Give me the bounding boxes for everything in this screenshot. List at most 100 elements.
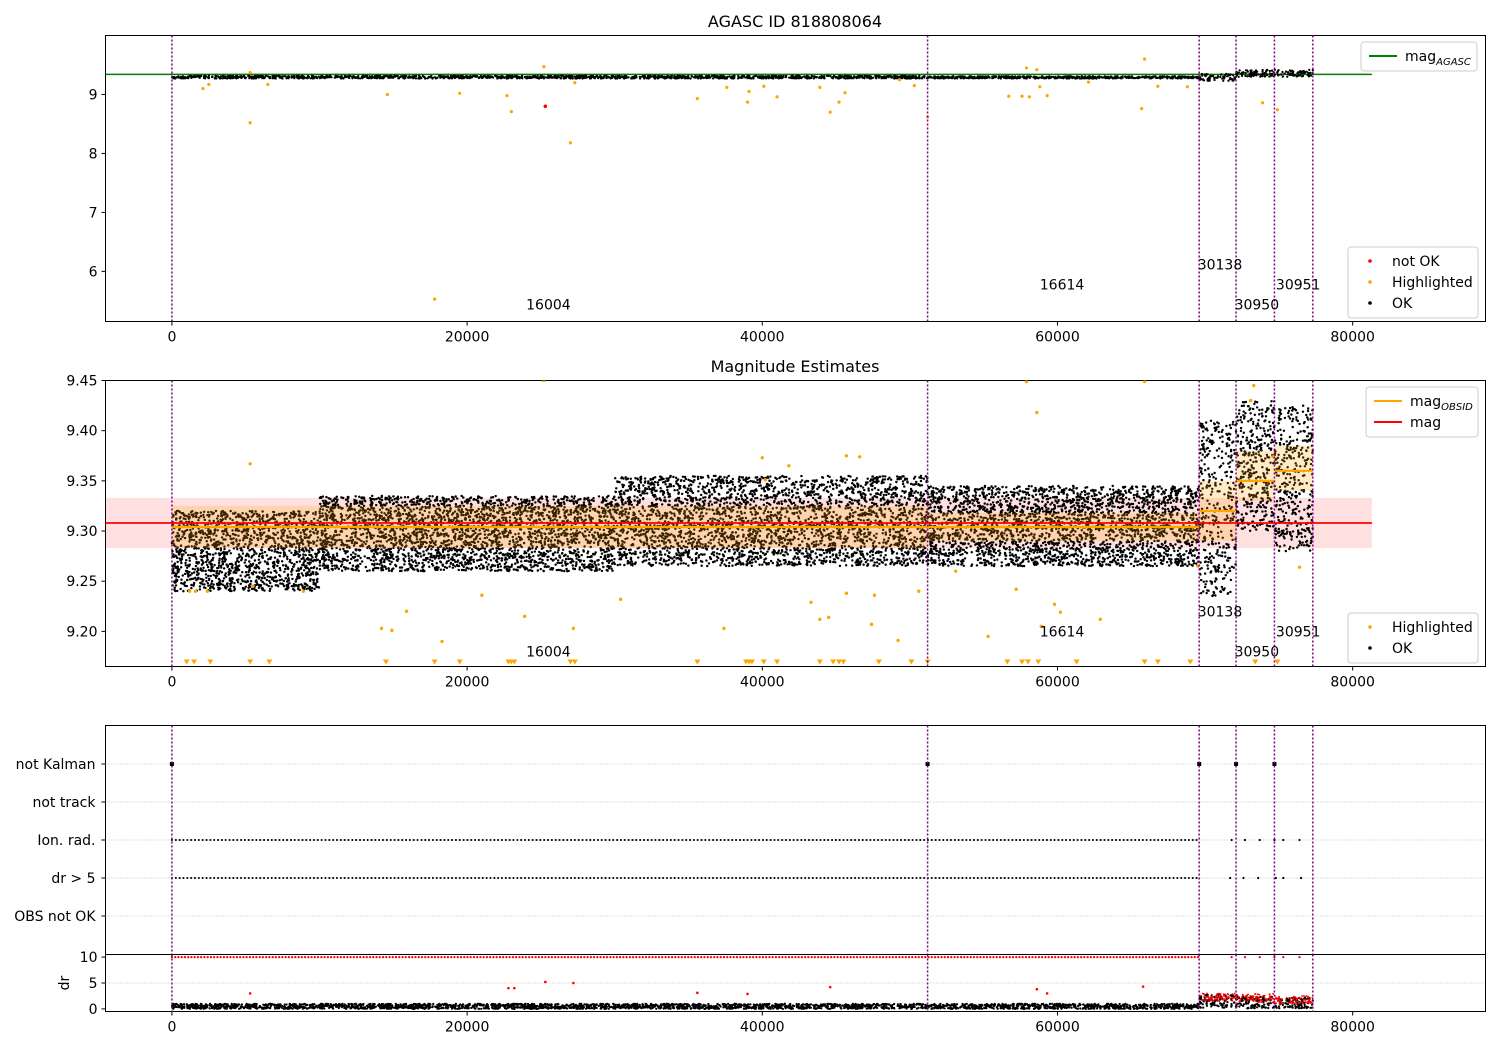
panel3-flag-point bbox=[1282, 876, 1285, 880]
panel2-highlighted-point bbox=[440, 639, 444, 644]
panel2-legend-label: OK bbox=[1392, 641, 1413, 657]
panel1-highlighted-point bbox=[837, 100, 841, 104]
panel1-not-ok-point bbox=[543, 104, 548, 109]
panel1-ok-points bbox=[927, 75, 1200, 80]
panel4-dr-points bbox=[171, 1002, 1200, 1010]
panel2-highlighted-point bbox=[872, 593, 877, 597]
panel2-highlighted-point bbox=[205, 589, 210, 593]
panel2-ytick-label: 9.30 bbox=[66, 524, 97, 540]
panel2-xtick-label: 60000 bbox=[1035, 675, 1080, 691]
panel2-highlighted-point bbox=[858, 455, 862, 459]
panel2-out-of-range-marker bbox=[456, 659, 463, 665]
panel1-highlighted-point bbox=[747, 89, 751, 94]
figure: AGASC ID 818808064 16004 16614 30138 30950 3… bbox=[14, 12, 1486, 1036]
panel2-highlighted-point bbox=[542, 380, 546, 383]
panel1-highlighted-point bbox=[1142, 57, 1147, 61]
panel2-out-of-range-marker bbox=[191, 659, 198, 665]
panel1-highlighted-point bbox=[1024, 66, 1029, 70]
panel3-row-label: not Kalman bbox=[16, 757, 96, 773]
panel2-out-of-range-marker bbox=[816, 659, 823, 665]
panel1-highlighted-point bbox=[695, 96, 699, 101]
panel2-out-of-range-marker bbox=[1154, 659, 1161, 665]
panel2-ytick-label: 9.35 bbox=[66, 474, 97, 490]
panel1-highlighted-point bbox=[1156, 84, 1160, 88]
panel1-highlighted-point bbox=[248, 71, 252, 75]
panel2-legend: Highlighted OK bbox=[1347, 612, 1479, 664]
panel2-mag-legend-subscript: OBSID bbox=[1441, 402, 1473, 413]
panel3-row-label: not track bbox=[32, 795, 96, 811]
panel1-highlighted-point bbox=[509, 109, 513, 114]
panel1-obsid-label: 16614 bbox=[1040, 278, 1085, 294]
panel1-ytick-label: 6 bbox=[89, 264, 98, 280]
panel2-highlighted-point bbox=[1052, 602, 1057, 606]
panel1-highlighted-point bbox=[542, 65, 546, 69]
panel4-xtick-label: 0 bbox=[167, 1020, 176, 1036]
panel2-highlighted-point bbox=[571, 626, 576, 631]
panel2-highlighted-point bbox=[301, 589, 305, 593]
panel4-xtick-label: 80000 bbox=[1330, 1020, 1375, 1036]
panel4-ylabel: dr bbox=[57, 975, 73, 990]
panel4-ytick-label: 5 bbox=[89, 976, 98, 992]
panel1-xtick-label: 80000 bbox=[1330, 330, 1375, 346]
panel2-legend-label: Highlighted bbox=[1392, 620, 1473, 636]
panel1-highlighted-point bbox=[1035, 68, 1039, 72]
panel2-out-of-range-marker bbox=[875, 659, 882, 665]
panel3-row-label: OBS not OK bbox=[14, 909, 96, 925]
panel3-plot: not Kalman not track Ion. rad. dr > 5 OBS no… bbox=[14, 725, 1486, 955]
panel2-highlighted-point bbox=[1252, 383, 1256, 388]
panel1-ref-legend: magAGASC bbox=[1360, 41, 1478, 72]
panel2-xtick-label: 0 bbox=[167, 675, 176, 691]
panel2-out-of-range-marker bbox=[760, 659, 767, 665]
panel1-legend-label: Highlighted bbox=[1392, 275, 1473, 291]
panel4-dr-red-point bbox=[1035, 987, 1039, 991]
panel1-highlighted-point bbox=[1045, 94, 1049, 98]
panel3-row-label: Ion. rad. bbox=[37, 833, 95, 849]
panel2-obsid-band bbox=[1236, 450, 1275, 501]
panel1-obsid-label: 30138 bbox=[1198, 258, 1243, 274]
panel4-dr-red-point bbox=[572, 981, 575, 985]
panel2-out-of-range-marker bbox=[183, 659, 190, 665]
panel4-dr-red-point bbox=[696, 991, 699, 995]
panel2-out-of-range-marker bbox=[1187, 659, 1194, 665]
panel2-highlighted-point bbox=[480, 593, 484, 597]
panel2-highlighted-point bbox=[1014, 587, 1018, 591]
panel2-highlighted-point bbox=[763, 478, 767, 482]
panel-flags: not Kalman not track Ion. rad. dr > 5 OBS no… bbox=[14, 725, 1486, 955]
panel1-xtick-label: 20000 bbox=[445, 330, 490, 346]
panel2-ytick-label: 9.40 bbox=[66, 424, 97, 440]
panel2-highlighted-point bbox=[379, 626, 384, 631]
panel3-flag-point bbox=[1258, 838, 1261, 842]
panel1-highlighted-point bbox=[1140, 107, 1144, 111]
panel2-out-of-range-marker bbox=[431, 659, 438, 665]
panel1-highlighted-point bbox=[897, 78, 902, 82]
panel3-flag-point bbox=[1257, 876, 1260, 880]
panel2-highlighted-point bbox=[917, 589, 921, 593]
panel2-highlighted-point bbox=[1035, 410, 1039, 415]
panel1-highlighted-point bbox=[505, 94, 509, 98]
panel2-highlighted-point bbox=[390, 628, 394, 633]
panel1-highlighted-point bbox=[775, 95, 779, 99]
panel1-legend-dot-marker bbox=[1368, 280, 1372, 284]
panel1-xtick-label: 60000 bbox=[1035, 330, 1080, 346]
panel2-plot: 16004 16614 30138 30950 30951 0 20000 40000 6000… bbox=[66, 374, 1375, 691]
panel4-xtick-label: 40000 bbox=[740, 1020, 785, 1036]
panel2-mag-legend-label: mag bbox=[1410, 415, 1441, 431]
panel1-plot: 16004 16614 30138 30950 30951 0 20000 40000 6000… bbox=[89, 35, 1375, 346]
panel2-obsid-band bbox=[1274, 445, 1313, 491]
panel2-out-of-range-marker bbox=[1004, 659, 1011, 665]
panel2-out-of-range-marker bbox=[840, 659, 847, 665]
panel2-out-of-range-marker bbox=[207, 659, 214, 665]
panel3-flag-point bbox=[1229, 876, 1232, 880]
panel2-highlighted-point bbox=[251, 584, 255, 588]
panel3-flag-point bbox=[1282, 838, 1285, 842]
panel2-ytick-label: 9.25 bbox=[66, 574, 97, 590]
panel2-out-of-range-marker bbox=[694, 659, 701, 665]
panel1-obsid-label: 30951 bbox=[1276, 278, 1321, 294]
panel4-dr-red-point bbox=[507, 986, 510, 990]
panel4-dr-capped-point bbox=[1230, 955, 1233, 959]
panel1-highlighted-point bbox=[573, 81, 577, 85]
panel1-xtick-label: 40000 bbox=[740, 330, 785, 346]
panel1-highlighted-point bbox=[568, 141, 573, 145]
panel1-highlighted-point bbox=[266, 82, 270, 87]
panel2-legend-dot-marker bbox=[1368, 646, 1372, 650]
